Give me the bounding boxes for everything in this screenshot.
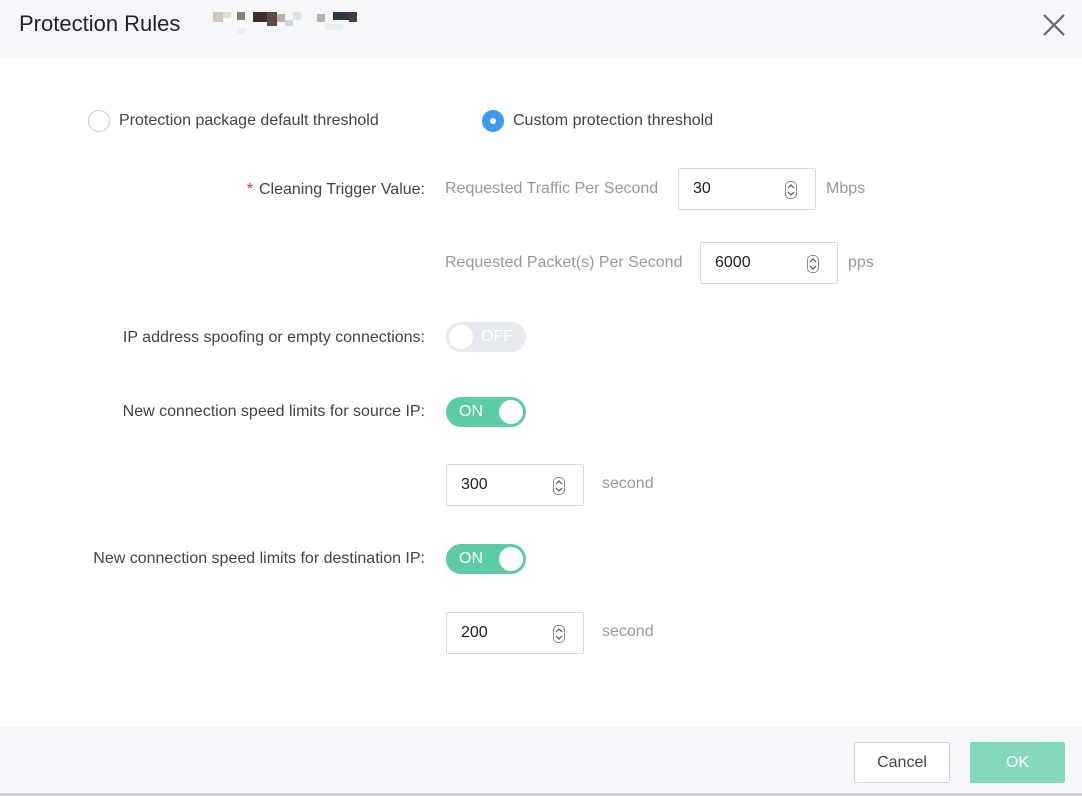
- spinner-arrows-icon[interactable]: [553, 625, 565, 643]
- traffic-value-field[interactable]: [679, 169, 793, 209]
- cleaning-trigger-text: Cleaning Trigger Value:: [258, 181, 425, 198]
- packets-value-field[interactable]: [701, 243, 815, 283]
- source-ip-limit-label: New connection speed limits for source I…: [122, 403, 425, 420]
- radio-custom-threshold[interactable]: Custom protection threshold: [482, 108, 713, 134]
- spinner-arrows-icon[interactable]: [807, 255, 819, 273]
- toggle-knob: [499, 547, 523, 571]
- close-icon[interactable]: [1040, 11, 1068, 39]
- dialog-header: Protection Rules: [0, 0, 1082, 58]
- traffic-unit: Mbps: [826, 180, 866, 197]
- traffic-per-second-label: Requested Traffic Per Second: [445, 180, 659, 197]
- source-ip-limit-toggle[interactable]: ON: [446, 397, 526, 427]
- radio-label: Custom protection threshold: [513, 112, 714, 129]
- traffic-per-second-input[interactable]: [678, 168, 816, 210]
- radio-label: Protection package default threshold: [119, 112, 379, 129]
- source-ip-limit-field[interactable]: [447, 465, 561, 505]
- packets-per-second-label: Requested Packet(s) Per Second: [445, 254, 683, 271]
- dest-ip-limit-toggle[interactable]: ON: [446, 544, 526, 574]
- cleaning-trigger-label: * Cleaning Trigger Value:: [247, 181, 425, 199]
- spinner-arrows-icon[interactable]: [785, 181, 797, 199]
- ok-button[interactable]: OK: [970, 742, 1065, 783]
- dest-ip-limit-field[interactable]: [447, 613, 561, 653]
- packets-per-second-input[interactable]: [700, 242, 838, 284]
- packets-unit: pps: [848, 254, 874, 271]
- toggle-state: OFF: [481, 328, 513, 345]
- ip-spoofing-toggle[interactable]: OFF: [446, 322, 526, 352]
- required-mark: *: [246, 181, 253, 198]
- cancel-button[interactable]: Cancel: [854, 742, 950, 783]
- dest-ip-limit-unit: second: [602, 623, 654, 640]
- dialog-title: Protection Rules: [19, 11, 181, 36]
- dest-ip-limit-input[interactable]: [446, 612, 584, 654]
- source-ip-limit-input[interactable]: [446, 464, 584, 506]
- toggle-knob: [499, 400, 523, 424]
- radio-button-checked[interactable]: [482, 110, 504, 132]
- dest-ip-limit-label: New connection speed limits for destinat…: [93, 550, 425, 567]
- toggle-state: ON: [459, 403, 483, 420]
- radio-button-unchecked[interactable]: [88, 110, 110, 132]
- radio-default-threshold[interactable]: Protection package default threshold: [88, 108, 379, 134]
- toggle-knob: [449, 325, 473, 349]
- spinner-arrows-icon[interactable]: [553, 477, 565, 495]
- source-ip-limit-unit: second: [602, 475, 654, 492]
- ip-spoofing-label: IP address spoofing or empty connections…: [122, 329, 425, 346]
- redacted-identifier: [213, 12, 378, 36]
- toggle-state: ON: [459, 550, 483, 567]
